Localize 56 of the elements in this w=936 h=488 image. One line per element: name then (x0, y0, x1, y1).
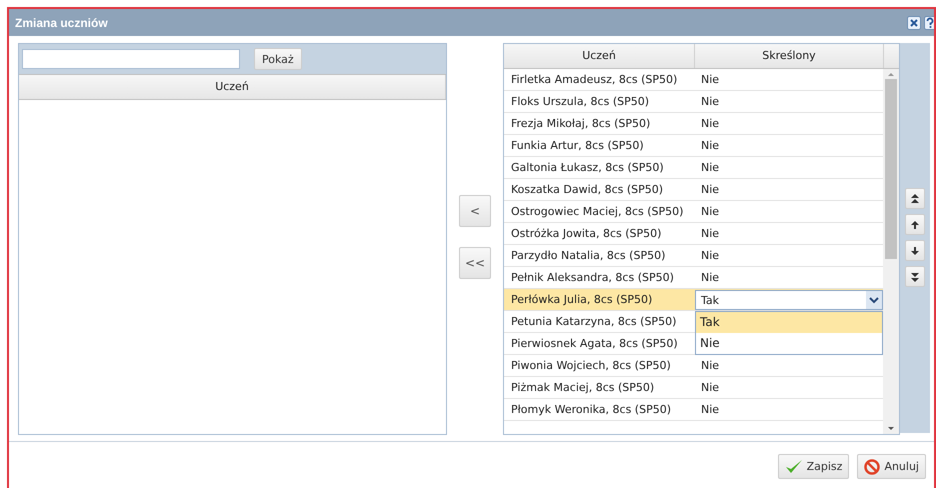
move-up-button[interactable] (905, 214, 925, 235)
up-arrow-icon (910, 218, 920, 230)
table-cell-text: Ostróżka Jowita, 8cs (SP50) (510, 227, 662, 240)
move-button[interactable]: << (459, 247, 491, 279)
table-cell-text: Nie (700, 73, 720, 86)
table-cell-text: Frezja Mikołaj, 8cs (SP50) (510, 117, 652, 130)
search-field[interactable] (22, 49, 240, 69)
table-cell-text: Płomyk Weronika, 8cs (SP50) (510, 403, 672, 416)
table-cell-text: Pierwiosnek Agata, 8cs (SP50) (510, 337, 679, 350)
table-cell-text: Nie (700, 381, 720, 394)
table-cell-text: Nie (700, 227, 720, 240)
scrollbar[interactable] (883, 69, 899, 434)
table-cell-text: Funkia Artur, 8cs (SP50) (510, 139, 645, 152)
move-down-button[interactable] (905, 240, 925, 261)
table-cell-text: Nie (700, 139, 720, 152)
table-cell-text: Nie (700, 403, 720, 416)
table-cell-text: Ostrogowiec Maciej, 8cs (SP50) (510, 205, 684, 218)
table-cell-text: Nie (700, 249, 720, 262)
table-cell-text: Nie (700, 95, 720, 108)
checkmark-icon (784, 458, 803, 474)
table-cell-text: Firletka Amadeusz, 8cs (SP50) (510, 73, 678, 86)
table-cell-text: Nie (700, 161, 720, 174)
table-cell-text: Nie (700, 271, 720, 284)
table-cell-text: Nie (700, 117, 720, 130)
column-header: Uczeń (19, 75, 446, 99)
save-button[interactable]: Zapisz (778, 454, 850, 479)
table-cell-text: Galtonia Łukasz, 8cs (SP50) (510, 161, 665, 174)
table-cell-text: Piwonia Wojciech, 8cs (SP50) (510, 359, 672, 372)
table-cell-text: Petunia Katarzyna, 8cs (SP50) (510, 315, 678, 328)
cancel-button[interactable]: Anuluj (857, 454, 926, 479)
dropdown-field[interactable]: Tak (695, 290, 883, 310)
move-button[interactable]: < (459, 195, 491, 227)
close-icon[interactable] (907, 16, 921, 30)
table-cell-text: Nie (700, 205, 720, 218)
prohibited-icon (864, 458, 880, 474)
double-up-arrow-icon (910, 192, 920, 204)
table-cell-text: Koszatka Dawid, 8cs (SP50) (510, 183, 664, 196)
move-top-button[interactable] (905, 188, 925, 209)
table-cell-text: Nie (700, 183, 720, 196)
table-cell-text: Parzydło Natalia, 8cs (SP50) (510, 249, 666, 262)
column-header: Skreślony (695, 44, 884, 68)
table-cell-text: Pełnik Aleksandra, 8cs (SP50) (510, 271, 675, 284)
caret-icon[interactable] (866, 291, 882, 309)
dropdown-option[interactable]: Nie (696, 333, 882, 354)
show-button[interactable]: Pokaż (254, 48, 302, 70)
down-arrow-icon (910, 244, 920, 256)
table-cell-text: Piżmak Maciej, 8cs (SP50) (510, 381, 656, 394)
table-cell-text: Perłówka Julia, 8cs (SP50) (510, 293, 654, 306)
move-bottom-button[interactable] (905, 266, 925, 287)
help-icon[interactable] (924, 16, 934, 30)
double-down-arrow-icon (910, 270, 920, 282)
column-header: Uczeń (504, 44, 695, 68)
table-cell-text: Nie (700, 359, 720, 372)
dropdown-option[interactable]: Tak (696, 312, 882, 333)
table-cell-text: Floks Urszula, 8cs (SP50) (510, 95, 650, 108)
window-title: Zmiana uczniów (15, 16, 108, 30)
